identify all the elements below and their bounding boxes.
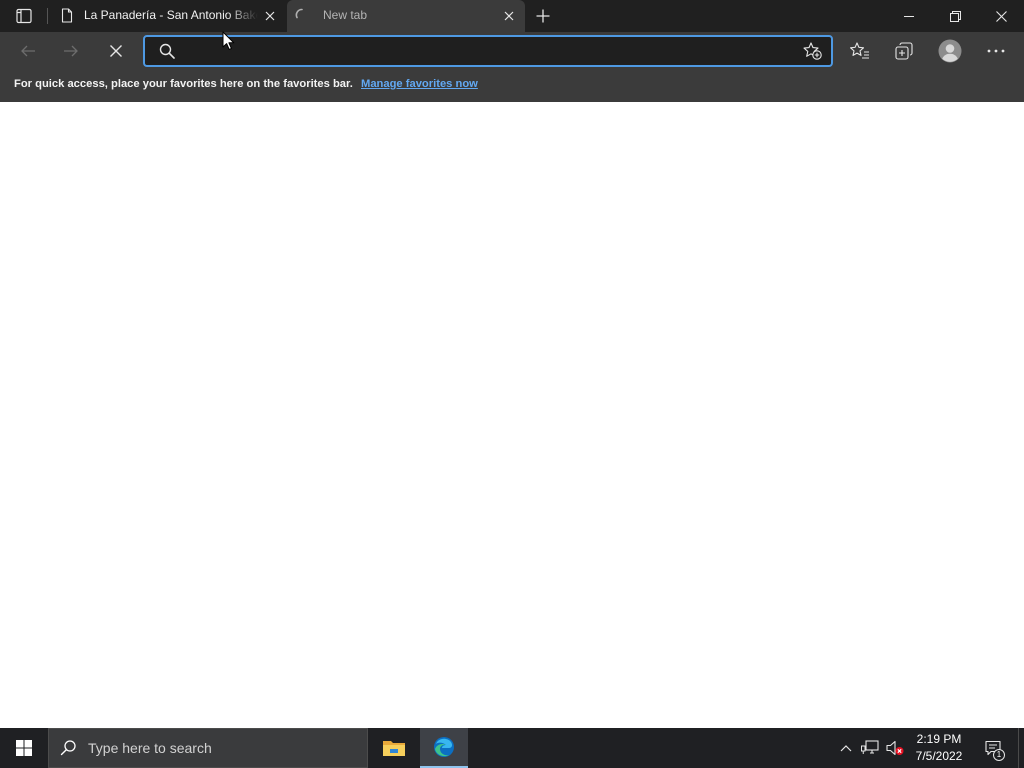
edge-icon	[434, 737, 454, 757]
stop-loading-icon	[110, 45, 122, 57]
more-options-icon	[987, 49, 1005, 53]
restore-icon	[949, 10, 961, 22]
star-add-icon	[802, 42, 822, 60]
clock-time: 2:19 PM	[916, 732, 962, 746]
collections-button[interactable]	[887, 36, 921, 66]
collections-icon	[895, 42, 913, 60]
close-tab-button[interactable]	[499, 6, 519, 26]
network-button[interactable]	[858, 728, 882, 768]
volume-muted-icon	[886, 740, 904, 756]
new-tab-button[interactable]	[529, 2, 557, 30]
minimize-button[interactable]	[886, 0, 932, 32]
volume-button[interactable]	[883, 728, 907, 768]
desktop-screen: La Panadería - San Antonio Bake New tab	[0, 0, 1024, 768]
taskbar-search-placeholder: Type here to search	[88, 740, 212, 756]
profile-avatar-icon	[938, 39, 962, 63]
address-bar-input[interactable]	[183, 37, 773, 65]
manage-favorites-link[interactable]: Manage favorites now	[361, 70, 478, 98]
taskbar: Type here to search 2:19 PM 7/5/2022 1	[0, 728, 1024, 768]
taskbar-file-explorer[interactable]	[370, 728, 418, 768]
show-desktop-button[interactable]	[1018, 728, 1024, 768]
tab-strip: La Panadería - San Antonio Bake New tab	[0, 0, 1024, 32]
notification-count-badge: 1	[993, 749, 1005, 761]
action-center-button[interactable]	[976, 728, 1010, 768]
favorites-bar: For quick access, place your favorites h…	[0, 70, 1024, 102]
plus-icon	[536, 9, 550, 23]
close-window-button[interactable]	[978, 0, 1024, 32]
close-icon	[504, 11, 514, 21]
restore-button[interactable]	[932, 0, 978, 32]
tab-new-tab[interactable]: New tab	[287, 0, 525, 32]
network-ethernet-icon	[861, 740, 879, 754]
close-icon	[995, 10, 1007, 22]
back-button[interactable]	[11, 36, 45, 66]
start-button[interactable]	[0, 728, 48, 768]
navigation-toolbar	[0, 32, 1024, 70]
favorites-button[interactable]	[843, 36, 877, 66]
add-favorite-button[interactable]	[799, 39, 825, 63]
profile-button[interactable]	[933, 36, 967, 66]
close-tab-button[interactable]	[260, 6, 280, 26]
address-bar[interactable]	[143, 35, 833, 67]
taskbar-edge[interactable]	[420, 728, 468, 768]
file-explorer-icon	[383, 741, 405, 756]
back-arrow-icon	[21, 45, 35, 57]
favorites-bar-message: For quick access, place your favorites h…	[14, 78, 353, 90]
more-options-button[interactable]	[979, 36, 1013, 66]
windows-logo-icon	[16, 740, 32, 756]
tab-actions-icon	[16, 8, 32, 24]
taskbar-clock[interactable]: 2:19 PM 7/5/2022	[909, 728, 969, 768]
tab-la-panaderia[interactable]: La Panadería - San Antonio Bake	[48, 0, 285, 32]
taskbar-search-box[interactable]: Type here to search	[48, 728, 368, 768]
close-icon	[265, 11, 275, 21]
tab-actions-button[interactable]	[10, 2, 38, 30]
search-icon	[60, 740, 76, 756]
forward-arrow-icon	[64, 45, 78, 57]
page-icon	[61, 8, 73, 23]
favorites-icon	[850, 42, 869, 59]
minimize-icon	[904, 16, 914, 17]
loading-spinner-icon	[295, 8, 303, 19]
tab-title: New tab	[323, 8, 368, 22]
search-icon	[159, 43, 175, 59]
clock-date: 7/5/2022	[915, 749, 963, 763]
stop-loading-button[interactable]	[99, 36, 133, 66]
forward-button[interactable]	[54, 36, 88, 66]
chevron-up-icon	[840, 745, 852, 752]
show-hidden-icons-button[interactable]	[834, 728, 858, 768]
page-content	[0, 102, 1024, 728]
tab-title: La Panadería - San Antonio Bake	[84, 8, 258, 22]
